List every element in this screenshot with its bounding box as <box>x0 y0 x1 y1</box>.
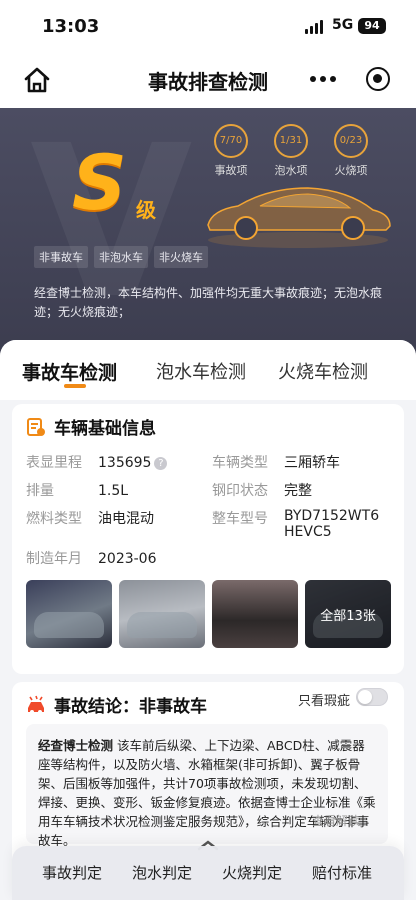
field-key: 钢印状态 <box>212 483 268 499</box>
tag: 非泡水车 <box>94 246 148 268</box>
field-fuel-type: 燃料类型 油电混动 <box>26 508 154 528</box>
help-icon[interactable]: ? <box>154 457 168 470</box>
card-title: 车辆基础信息 <box>54 419 156 439</box>
field-key: 整车型号 <box>212 511 268 527</box>
dot-icon <box>320 76 326 82</box>
defects-only-toggle[interactable] <box>356 688 388 706</box>
vehicle-photo[interactable] <box>26 580 112 648</box>
field-value: BYD7152WT6HEVC5 <box>284 508 380 540</box>
document-icon <box>27 417 45 436</box>
nav-bar: 事故排查检测 <box>0 52 416 108</box>
dot-icon <box>330 76 336 82</box>
conclusion-lead: 经查博士检测 <box>38 738 114 753</box>
field-key: 排量 <box>26 483 54 499</box>
view-interpretation-link[interactable]: 查看解读 <box>312 812 360 829</box>
close-miniapp-icon[interactable] <box>366 67 390 91</box>
tab-indicator <box>64 384 86 388</box>
vehicle-photo[interactable] <box>119 580 205 648</box>
tab-accident[interactable]: 事故车检测 <box>22 358 117 385</box>
status-time: 13:03 <box>42 16 100 37</box>
tab-flood[interactable]: 泡水车检测 <box>156 358 246 384</box>
detection-tabs: 事故车检测 泡水车检测 火烧车检测 <box>0 340 416 400</box>
signal-icon <box>305 20 323 34</box>
defects-only-label: 只看瑕疵 <box>298 694 351 709</box>
car-accident-icon <box>28 695 44 714</box>
network-label: 5G <box>332 17 354 33</box>
vehicle-info-card: 车辆基础信息 表显里程 135695? 车辆类型 三厢轿车 排量 1.5L 钢印状态完… <box>12 404 404 674</box>
more-menu-button[interactable] <box>300 63 346 95</box>
card-header: 事故结论：非事故车 <box>26 692 207 717</box>
field-model: 整车型号 BYD7152WT6HEVC5 <box>212 508 392 540</box>
field-value: 三厢轿车 <box>284 455 340 471</box>
field-value: 2023-06 <box>98 551 157 567</box>
field-key: 车辆类型 <box>212 455 268 471</box>
field-key: 表显里程 <box>26 455 82 471</box>
card-header: 车辆基础信息 <box>26 414 156 439</box>
grade-suffix: 级 <box>136 198 156 222</box>
dot-icon <box>310 76 316 82</box>
bottom-nav: 事故判定 泡水判定 火烧判定 赔付标准 <box>12 846 404 900</box>
status-bar: 13:03 5G 94 <box>0 0 416 52</box>
conclusion-title: 事故结论：非事故车 <box>54 697 207 717</box>
tab-fire[interactable]: 火烧车检测 <box>278 358 368 384</box>
battery-icon: 94 <box>358 18 386 34</box>
tag: 非事故车 <box>34 246 88 268</box>
nav-fire-judgment[interactable]: 火烧判定 <box>222 862 282 883</box>
photo-gallery: 全部13张 <box>26 580 391 648</box>
field-value: 油电混动 <box>98 511 154 527</box>
stat-value: 0/23 <box>334 124 368 158</box>
conclusion-body: 该车前后纵梁、上下边梁、ABCD柱、减震器座等结构件，以及防火墙、水箱框架(非可… <box>38 738 376 848</box>
field-value: 1.5L <box>98 483 129 499</box>
nav-flood-judgment[interactable]: 泡水判定 <box>132 862 192 883</box>
tag-list: 非事故车 非泡水车 非火烧车 <box>34 246 208 268</box>
nav-accident-judgment[interactable]: 事故判定 <box>42 862 102 883</box>
vehicle-photo[interactable]: 全部13张 <box>305 580 391 648</box>
stat-value: 1/31 <box>274 124 308 158</box>
field-vehicle-type: 车辆类型 三厢轿车 <box>212 452 340 472</box>
field-value: 完整 <box>284 483 312 499</box>
grade-letter: S <box>72 138 127 227</box>
field-key: 燃料类型 <box>26 511 82 527</box>
grade-hero: V S 级 7/70 事故项 1/31 泡水项 0/23 火烧项 非事故车 非泡… <box>0 108 416 370</box>
field-displacement: 排量 1.5L <box>26 480 128 500</box>
field-value: 135695 <box>98 455 152 471</box>
car-illustration-icon <box>207 187 391 248</box>
conclusion-text: 经查博士检测 该车前后纵梁、上下边梁、ABCD柱、减震器座等结构件，以及防火墙、… <box>38 736 376 850</box>
field-stamp-status: 钢印状态 完整 <box>212 480 312 500</box>
all-photos-label[interactable]: 全部13张 <box>305 580 391 648</box>
tag: 非火烧车 <box>154 246 208 268</box>
page-title: 事故排查检测 <box>148 70 268 94</box>
stat-value: 7/70 <box>214 124 248 158</box>
hero-description: 经查博士检测，本车结构件、加强件均无重大事故痕迹；无泡水痕迹；无火烧痕迹； <box>34 286 383 319</box>
vehicle-photo[interactable] <box>212 580 298 648</box>
field-key: 制造年月 <box>26 551 82 567</box>
field-manufacture-date: 制造年月 2023-06 <box>26 548 157 568</box>
field-mileage: 表显里程 135695? <box>26 452 168 472</box>
nav-compensation-standard[interactable]: 赔付标准 <box>312 862 372 883</box>
